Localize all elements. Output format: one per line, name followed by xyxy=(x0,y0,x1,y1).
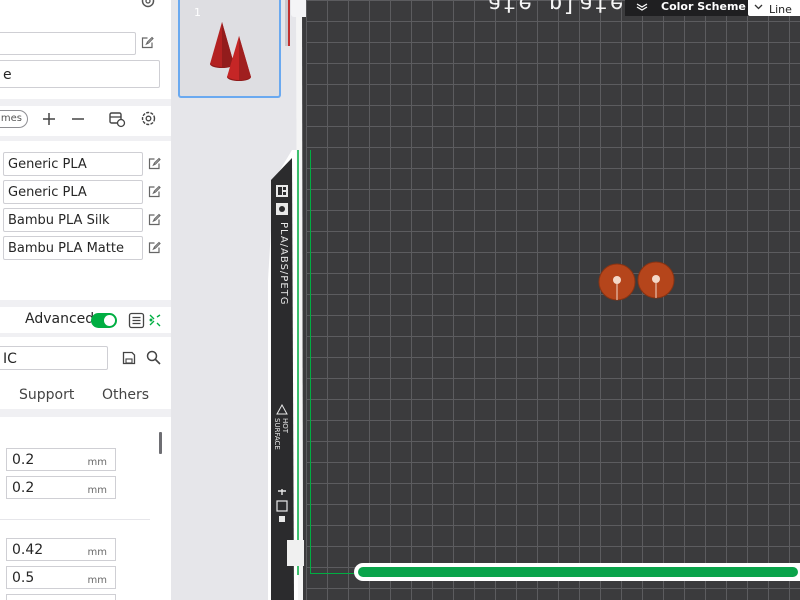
bed-border-green xyxy=(310,150,311,574)
bed-material-label: PLA/ABS/PETG xyxy=(278,222,289,306)
color-scheme-bar: Color Scheme Line xyxy=(625,0,800,16)
plate-title: ate plate xyxy=(488,0,626,16)
save-icon[interactable] xyxy=(122,351,136,365)
toggle-knob xyxy=(104,315,115,326)
layers-icon xyxy=(636,3,648,11)
add-filament-icon[interactable] xyxy=(41,111,57,127)
section-divider xyxy=(0,99,171,106)
search-icon[interactable] xyxy=(146,350,161,365)
settings-panel: e mes Generic PLA Generic PLA Bambu PLA … xyxy=(0,0,171,600)
edit-icon[interactable] xyxy=(141,36,154,49)
advanced-label: Advanced xyxy=(25,311,95,327)
bambu-logo-icon xyxy=(276,185,288,197)
first-layer-height-input[interactable]: 0.2 mm xyxy=(6,476,116,499)
filament-select-3[interactable]: Bambu PLA Silk xyxy=(3,208,143,232)
filament-select-4[interactable]: Bambu PLA Matte xyxy=(3,236,143,260)
bed-border-green xyxy=(310,573,360,574)
warning-triangle-icon xyxy=(276,404,288,415)
process-preset-select[interactable]: IC xyxy=(0,346,108,370)
printer-select[interactable]: e xyxy=(0,60,160,88)
filament-settings-gear-icon[interactable] xyxy=(140,110,157,127)
edit-icon[interactable] xyxy=(148,185,161,198)
slicing-progress-bar xyxy=(354,563,800,581)
line-type-select[interactable]: Line xyxy=(748,0,800,16)
settings-gear-icon[interactable] xyxy=(140,0,156,9)
section-divider xyxy=(0,333,171,337)
line-width-input[interactable]: 0.42 mm xyxy=(6,538,116,561)
advanced-toggle[interactable] xyxy=(91,313,117,328)
project-name-input[interactable] xyxy=(0,32,136,55)
filament-sync-icon[interactable] xyxy=(108,110,126,128)
outer-wall-line-width-input[interactable] xyxy=(6,594,116,600)
section-divider xyxy=(0,300,171,307)
edit-icon[interactable] xyxy=(148,157,161,170)
color-scheme-label: Color Scheme xyxy=(661,0,746,13)
tab-others[interactable]: Others xyxy=(102,387,149,403)
plate-number: 1 xyxy=(194,6,201,19)
model-object[interactable] xyxy=(597,262,637,302)
cone-models-icon xyxy=(210,22,251,81)
list-view-icon[interactable] xyxy=(128,312,145,329)
chevron-down-icon xyxy=(754,4,763,10)
build-plate[interactable] xyxy=(306,0,800,600)
plate-type-icon xyxy=(276,203,288,215)
group-divider xyxy=(0,519,150,520)
tab-support[interactable]: Support xyxy=(19,387,74,403)
first-layer-line-width-input[interactable]: 0.5 mm xyxy=(6,566,116,589)
edit-icon[interactable] xyxy=(148,241,161,254)
line-type-value: Line xyxy=(769,3,792,16)
filament-tag[interactable]: mes xyxy=(0,110,28,128)
plate-corner-white xyxy=(287,540,304,566)
hot-surface-label: HOT SURFACE xyxy=(273,418,289,450)
model-object[interactable] xyxy=(637,261,677,301)
filament-select-2[interactable]: Generic PLA xyxy=(3,180,143,204)
edit-icon[interactable] xyxy=(148,213,161,226)
section-divider xyxy=(0,136,171,141)
filament-select-1[interactable]: Generic PLA xyxy=(3,152,143,176)
scrollbar-thumb[interactable] xyxy=(159,432,162,454)
section-divider xyxy=(0,409,171,417)
plate-mark-icon xyxy=(276,489,288,522)
remove-filament-icon[interactable] xyxy=(70,111,86,127)
compare-icon[interactable] xyxy=(148,313,162,328)
progress-fill xyxy=(358,567,798,577)
layer-height-input[interactable]: 0.2 mm xyxy=(6,448,116,471)
bed-label-panel: PLA/ABS/PETG HOT SURFACE xyxy=(271,184,293,522)
